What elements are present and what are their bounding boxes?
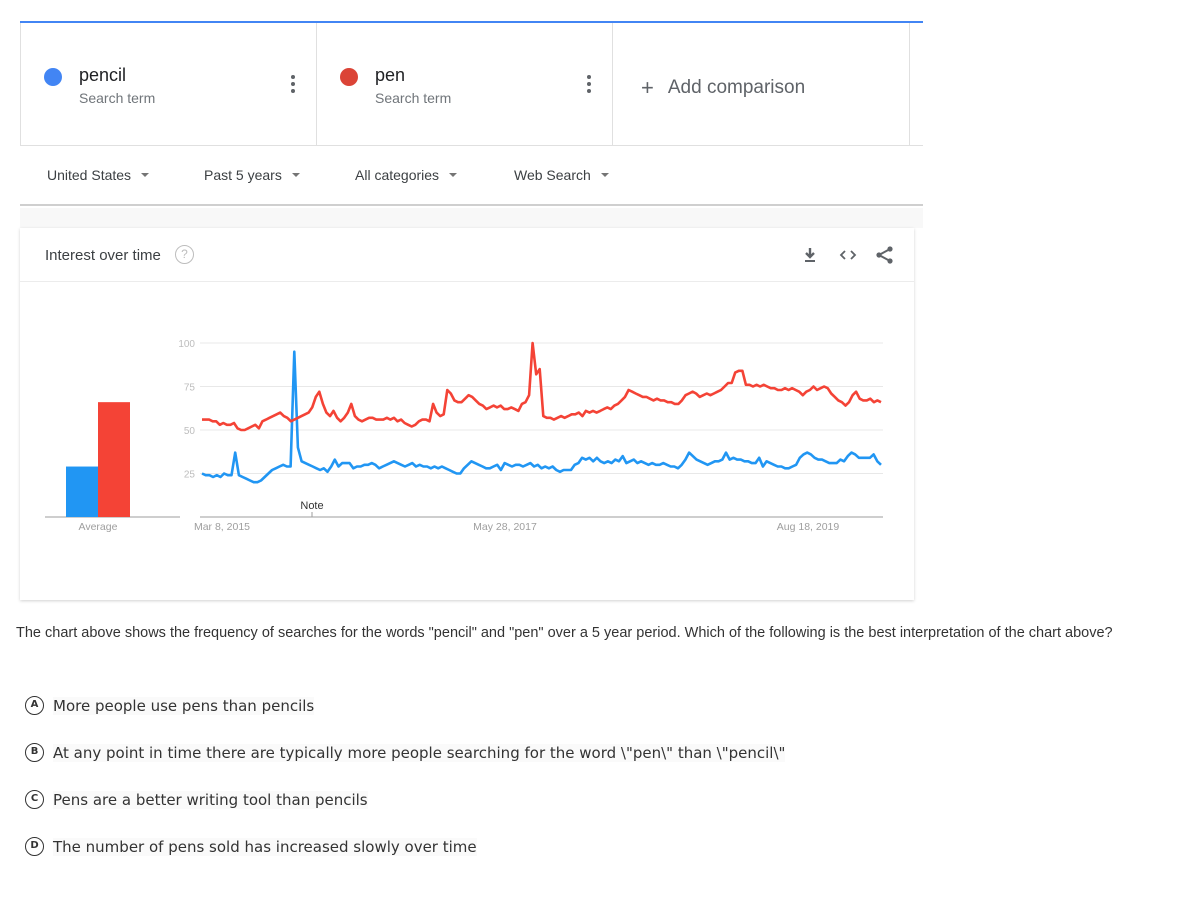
more-options-icon[interactable] xyxy=(290,75,296,93)
plus-icon: + xyxy=(641,75,654,100)
download-icon[interactable] xyxy=(800,245,820,265)
option-text: The number of pens sold has increased sl… xyxy=(53,837,477,856)
caret-down-icon xyxy=(141,173,150,177)
average-bar-pencil xyxy=(66,466,98,517)
interest-over-time-card: Interest over time ? 25 50 75 100 Average Mar… xyxy=(20,228,914,600)
interest-chart: 25 50 75 100 Average Mar 8, 2015 May 28, 2017 A… xyxy=(45,339,883,533)
option-letter-badge: D xyxy=(25,837,44,856)
search-type-dropdown[interactable]: Web Search xyxy=(514,167,609,183)
add-comparison-button[interactable]: + Add comparison xyxy=(641,75,805,101)
category-label: All categories xyxy=(355,167,440,183)
time-range-dropdown[interactable]: Past 5 years xyxy=(204,167,300,183)
term-name[interactable]: pen xyxy=(375,65,405,86)
x-tick-label: May 28, 2017 xyxy=(473,521,537,533)
option-b[interactable]: B At any point in time there are typical… xyxy=(25,743,786,762)
term-card-pen[interactable]: pen Search term xyxy=(316,23,612,145)
caret-down-icon xyxy=(291,173,300,177)
option-a[interactable]: A More people use pens than pencils xyxy=(25,696,315,715)
option-letter-badge: B xyxy=(25,743,44,762)
term-card-pencil[interactable]: pencil Search term xyxy=(20,23,316,145)
term-subtitle: Search term xyxy=(375,90,452,106)
card-header: Interest over time ? xyxy=(20,228,914,282)
help-icon[interactable]: ? xyxy=(175,245,194,264)
option-d[interactable]: D The number of pens sold has increased … xyxy=(25,837,477,856)
filter-bar: United States Past 5 years All categorie… xyxy=(20,146,923,206)
x-tick-label: Aug 18, 2019 xyxy=(777,521,840,533)
term-name[interactable]: pencil xyxy=(79,65,126,86)
pencil-color-dot xyxy=(44,68,62,86)
option-letter-badge: C xyxy=(25,790,44,809)
embed-icon[interactable] xyxy=(838,245,858,265)
note-annotation[interactable]: Note xyxy=(300,500,323,512)
share-icon[interactable] xyxy=(875,245,895,265)
y-tick-label: 100 xyxy=(178,339,195,350)
term-subtitle: Search term xyxy=(79,90,156,106)
caret-down-icon xyxy=(600,173,609,177)
y-tick-label: 25 xyxy=(184,470,196,481)
time-range-label: Past 5 years xyxy=(204,167,282,183)
more-options-icon[interactable] xyxy=(586,75,592,93)
add-comparison-label: Add comparison xyxy=(667,77,806,98)
y-tick-label: 50 xyxy=(184,426,196,437)
caret-down-icon xyxy=(449,173,458,177)
comparison-terms-bar: pencil Search term pen Search term + Add… xyxy=(20,23,923,146)
region-label: United States xyxy=(47,167,132,183)
option-text: Pens are a better writing tool than penc… xyxy=(53,790,368,809)
pen-color-dot xyxy=(340,68,358,86)
card-title: Interest over time xyxy=(45,247,161,264)
x-tick-label: Mar 8, 2015 xyxy=(194,521,250,533)
y-tick-label: 75 xyxy=(184,383,196,394)
option-text: More people use pens than pencils xyxy=(53,696,315,715)
option-text: At any point in time there are typically… xyxy=(53,743,786,762)
section-gap xyxy=(20,208,923,228)
search-type-label: Web Search xyxy=(514,167,591,183)
add-comparison-card: + Add comparison xyxy=(612,23,910,145)
average-bar-pen xyxy=(98,402,130,517)
series-line-pencil xyxy=(201,350,882,484)
option-c[interactable]: C Pens are a better writing tool than pe… xyxy=(25,790,368,809)
average-label: Average xyxy=(79,521,118,533)
option-letter-badge: A xyxy=(25,696,44,715)
question-text: The chart above shows the frequency of s… xyxy=(16,625,1113,641)
category-dropdown[interactable]: All categories xyxy=(355,167,458,183)
region-dropdown[interactable]: United States xyxy=(47,167,150,183)
